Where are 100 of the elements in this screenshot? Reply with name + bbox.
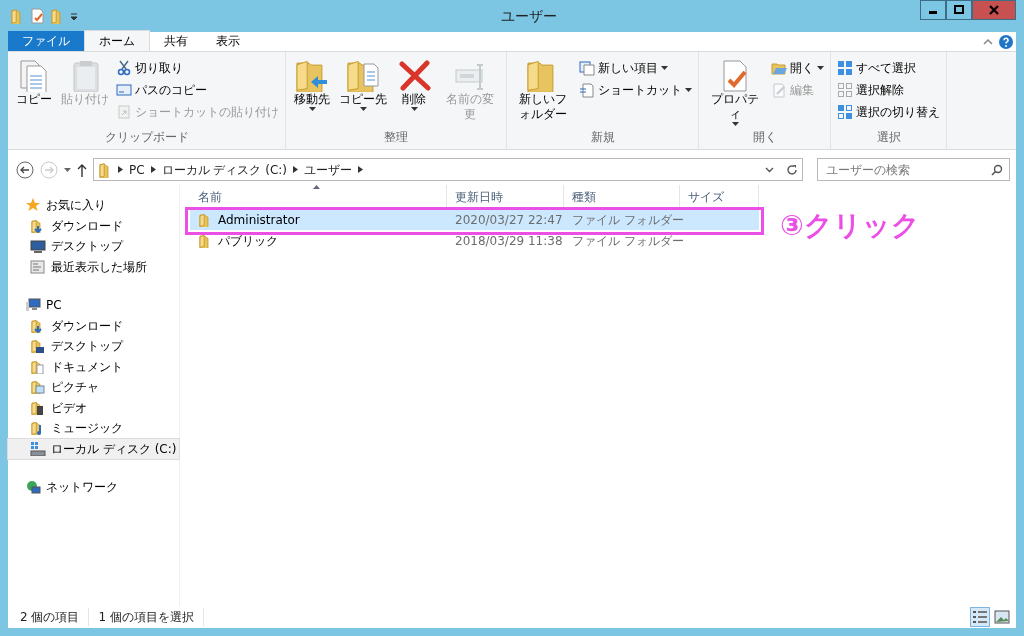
ribbon-button[interactable]: 選択解除 <box>835 80 942 100</box>
nav-item[interactable]: ダウンロード <box>8 215 179 236</box>
window-title: ユーザー <box>500 6 558 26</box>
path-icon <box>116 82 132 98</box>
ribbon-button[interactable]: ショートカット <box>577 80 694 100</box>
nav-item[interactable]: ドキュメント <box>8 356 179 377</box>
chevron-icon <box>150 166 156 173</box>
dropdown-icon[interactable] <box>765 166 774 173</box>
breadcrumb-item[interactable]: ユーザー <box>304 160 353 179</box>
properties-icon[interactable] <box>30 8 44 24</box>
drive-icon <box>30 441 46 456</box>
nav-item[interactable]: ピクチャ <box>8 377 179 398</box>
ribbon-button[interactable]: コピー <box>12 56 56 128</box>
group-label: 開く <box>751 129 778 146</box>
ribbon-tab[interactable]: 表示 <box>202 31 254 51</box>
group-label: 選択 <box>875 129 902 146</box>
close-icon <box>989 5 999 15</box>
file-name: Administrator <box>218 212 300 229</box>
ribbon-button[interactable]: すべて選択 <box>835 58 942 78</box>
ribbon-button[interactable]: 移動先 <box>290 56 334 128</box>
ribbon-tab[interactable]: ホーム <box>84 30 150 51</box>
recent-locations-button[interactable] <box>64 167 71 172</box>
annotation-text: ③クリック <box>780 208 920 244</box>
ribbon-button[interactable]: 削除 <box>392 56 436 128</box>
ribbon-button[interactable]: プロパティ <box>703 56 767 128</box>
delete-icon <box>397 58 431 92</box>
view-button[interactable] <box>970 607 990 627</box>
chevron-icon <box>358 166 364 173</box>
invert-selection-icon <box>837 104 853 120</box>
nav-item[interactable]: ローカル ディスク (C:) <box>8 438 179 459</box>
nav-item[interactable]: デスクトップ <box>8 336 179 357</box>
star-icon <box>26 198 41 213</box>
new-item-icon <box>579 60 595 76</box>
nav-item[interactable]: ビデオ <box>8 397 179 418</box>
pictures-folder-icon <box>30 380 46 395</box>
folder-icon <box>198 234 212 248</box>
edit-icon <box>771 82 787 98</box>
ribbon-button[interactable]: 切り取り <box>114 58 281 78</box>
ribbon-button[interactable]: 選択の切り替え <box>835 102 942 122</box>
refresh-icon[interactable] <box>786 163 798 176</box>
monitor-icon <box>30 239 46 254</box>
scissors-icon <box>116 60 132 76</box>
computer-icon <box>26 298 41 313</box>
nav-item[interactable]: PC <box>8 295 179 316</box>
nav-item[interactable]: ダウンロード <box>8 315 179 336</box>
breadcrumb-item[interactable]: ローカル ディスク (C:) <box>161 160 288 179</box>
folder-copy-icon <box>346 58 380 92</box>
maximize-button[interactable] <box>946 0 972 20</box>
group-label: 新規 <box>589 129 616 146</box>
folder-icon <box>98 161 112 178</box>
search-icon <box>991 163 1003 176</box>
ribbon-button[interactable]: 新しい項目 <box>577 58 694 78</box>
chevron-icon <box>293 166 299 173</box>
folder-icon <box>198 213 212 227</box>
forward-icon <box>40 160 58 179</box>
chevron-icon <box>118 166 123 173</box>
back-button[interactable] <box>16 160 34 179</box>
up-button[interactable] <box>77 162 87 177</box>
sort-arrow-icon <box>313 185 320 189</box>
open-folder-icon <box>771 60 787 76</box>
nav-item[interactable]: 最近表示した場所 <box>8 256 179 277</box>
folder-icon <box>10 8 24 24</box>
nav-item[interactable]: お気に入り <box>8 195 179 216</box>
nav-item[interactable]: ネットワーク <box>8 477 179 498</box>
view-button[interactable] <box>992 607 1012 627</box>
modified-date: 2018/03/29 11:38 <box>454 233 564 250</box>
dropdown-icon[interactable] <box>70 11 78 21</box>
documents-folder-icon <box>30 359 46 374</box>
status-text: 2 個の項目 <box>20 608 90 626</box>
ribbon-button[interactable]: 新しいフォルダー <box>511 56 575 128</box>
modified-date: 2020/03/27 22:47 <box>454 212 564 229</box>
file-row[interactable]: パブリック 2018/03/29 11:38 ファイル フォルダー <box>190 231 759 251</box>
up-arrow-icon <box>77 162 87 177</box>
group-label: 整理 <box>383 129 409 146</box>
shortcut-icon <box>579 82 595 98</box>
minimize-button[interactable] <box>920 0 946 20</box>
recent-places-icon <box>30 259 46 274</box>
status-text: 1 個の項目を選択 <box>98 608 204 626</box>
network-icon <box>26 480 41 495</box>
ribbon-button[interactable]: コピー先 <box>336 56 390 128</box>
address-bar[interactable]: PC ローカル ディスク (C:) ユーザー <box>93 158 803 181</box>
group-label: クリップボード <box>103 129 190 146</box>
details-view-icon <box>972 609 988 625</box>
breadcrumb-item[interactable]: PC <box>129 160 145 179</box>
collapse-ribbon-icon[interactable] <box>983 37 993 46</box>
close-button[interactable] <box>972 0 1016 20</box>
search-field[interactable]: ユーザーの検索 <box>817 158 1010 181</box>
ribbon-button[interactable]: パスのコピー <box>114 80 281 100</box>
file-menu-tab[interactable]: ファイル <box>8 31 84 51</box>
ribbon-tab[interactable]: 共有 <box>150 31 202 51</box>
nav-item[interactable]: デスクトップ <box>8 236 179 257</box>
folder-arrow-icon <box>295 58 329 92</box>
large-icons-view-icon <box>994 609 1010 625</box>
file-row[interactable]: Administrator 2020/03/27 22:47 ファイル フォルダー <box>190 210 759 230</box>
shortcut-icon <box>116 104 132 120</box>
nav-item[interactable]: ミュージック <box>8 418 179 439</box>
caret-icon <box>64 167 71 172</box>
desktop-folder-icon <box>30 339 46 354</box>
help-icon[interactable] <box>999 34 1013 49</box>
ribbon-button[interactable]: 開く <box>769 58 826 78</box>
